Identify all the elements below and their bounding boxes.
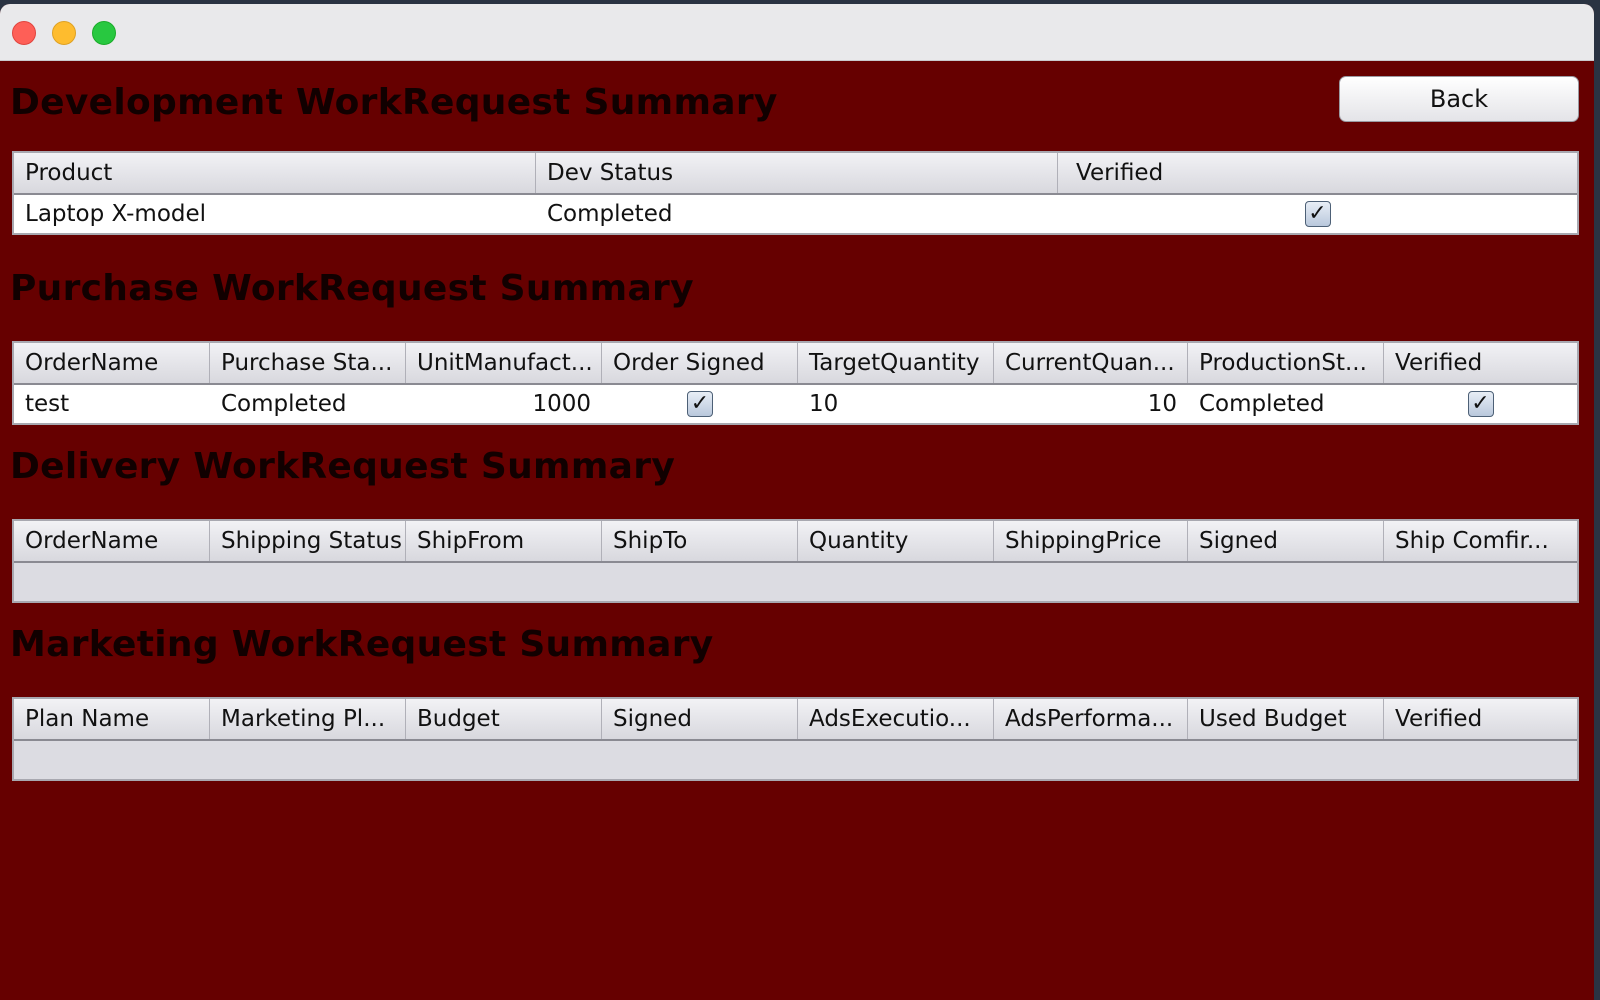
unit-manufacture-cell[interactable]: 1000 bbox=[406, 385, 602, 423]
empty-table-area[interactable] bbox=[14, 741, 1577, 779]
column-header-ads-performance[interactable]: AdsPerforma... bbox=[994, 699, 1188, 739]
table-row[interactable]: Laptop X-model Completed ✓ bbox=[14, 195, 1577, 233]
column-header-quantity[interactable]: Quantity bbox=[798, 521, 994, 561]
column-header-production-status[interactable]: ProductionSt... bbox=[1188, 343, 1384, 383]
production-status-cell[interactable]: Completed bbox=[1188, 385, 1384, 423]
column-header-signed[interactable]: Signed bbox=[1188, 521, 1384, 561]
minimize-window-button[interactable] bbox=[52, 21, 76, 45]
target-quantity-cell[interactable]: 10 bbox=[798, 385, 994, 423]
column-header-plan-name[interactable]: Plan Name bbox=[14, 699, 210, 739]
column-header-shipping-price[interactable]: ShippingPrice bbox=[994, 521, 1188, 561]
column-header-target-quantity[interactable]: TargetQuantity bbox=[798, 343, 994, 383]
column-header-verified[interactable]: Verified bbox=[1384, 343, 1577, 383]
column-header-verified[interactable]: Verified bbox=[1058, 153, 1577, 193]
column-header-ads-execution[interactable]: AdsExecutio... bbox=[798, 699, 994, 739]
delivery-summary-title: Delivery WorkRequest Summary bbox=[10, 446, 676, 487]
column-header-product[interactable]: Product bbox=[14, 153, 536, 193]
column-header-order-name[interactable]: OrderName bbox=[14, 343, 210, 383]
order-signed-cell[interactable]: ✓ bbox=[602, 385, 798, 423]
checkmark-glyph: ✓ bbox=[690, 391, 710, 416]
column-header-shipping-status[interactable]: Shipping Status bbox=[210, 521, 406, 561]
column-header-signed[interactable]: Signed bbox=[602, 699, 798, 739]
empty-table-area[interactable] bbox=[14, 563, 1577, 601]
column-header-used-budget[interactable]: Used Budget bbox=[1188, 699, 1384, 739]
purchase-table-header: OrderName Purchase Sta... UnitManufact..… bbox=[14, 343, 1577, 385]
app-window: Development WorkRequest Summary Back Pro… bbox=[0, 4, 1594, 1000]
column-header-unit-manufacture[interactable]: UnitManufact... bbox=[406, 343, 602, 383]
development-table: Product Dev Status Verified Laptop X-mod… bbox=[12, 151, 1579, 235]
marketing-table-header: Plan Name Marketing Pl... Budget Signed … bbox=[14, 699, 1577, 741]
column-header-order-name[interactable]: OrderName bbox=[14, 521, 210, 561]
column-header-ship-confirm[interactable]: Ship Comfir... bbox=[1384, 521, 1577, 561]
delivery-table-header: OrderName Shipping Status ShipFrom ShipT… bbox=[14, 521, 1577, 563]
development-summary-title: Development WorkRequest Summary bbox=[10, 82, 778, 123]
current-quantity-cell[interactable]: 10 bbox=[994, 385, 1188, 423]
verified-cell[interactable]: ✓ bbox=[1058, 195, 1577, 233]
dev-status-cell[interactable]: Completed bbox=[536, 195, 1058, 233]
purchase-status-cell[interactable]: Completed bbox=[210, 385, 406, 423]
column-header-budget[interactable]: Budget bbox=[406, 699, 602, 739]
purchase-table: OrderName Purchase Sta... UnitManufact..… bbox=[12, 341, 1579, 425]
checkmark-glyph: ✓ bbox=[1308, 201, 1327, 226]
back-button[interactable]: Back bbox=[1339, 76, 1579, 122]
column-header-ship-from[interactable]: ShipFrom bbox=[406, 521, 602, 561]
column-header-ship-to[interactable]: ShipTo bbox=[602, 521, 798, 561]
marketing-table: Plan Name Marketing Pl... Budget Signed … bbox=[12, 697, 1579, 781]
order-name-cell[interactable]: test bbox=[14, 385, 210, 423]
table-row[interactable]: test Completed 1000 ✓ 10 10 Completed ✓ bbox=[14, 385, 1577, 423]
title-bar bbox=[0, 4, 1594, 61]
column-header-dev-status[interactable]: Dev Status bbox=[536, 153, 1058, 193]
check-icon[interactable]: ✓ bbox=[1467, 391, 1494, 417]
check-icon[interactable]: ✓ bbox=[1304, 201, 1331, 227]
column-header-marketing-plan[interactable]: Marketing Pl... bbox=[210, 699, 406, 739]
close-window-button[interactable] bbox=[12, 21, 36, 45]
marketing-summary-title: Marketing WorkRequest Summary bbox=[10, 624, 714, 665]
product-cell[interactable]: Laptop X-model bbox=[14, 195, 536, 233]
column-header-current-quantity[interactable]: CurrentQuan... bbox=[994, 343, 1188, 383]
checkmark-glyph: ✓ bbox=[1471, 391, 1490, 416]
delivery-table: OrderName Shipping Status ShipFrom ShipT… bbox=[12, 519, 1579, 603]
column-header-order-signed[interactable]: Order Signed bbox=[602, 343, 798, 383]
verified-cell[interactable]: ✓ bbox=[1384, 385, 1577, 423]
zoom-window-button[interactable] bbox=[92, 21, 116, 45]
purchase-summary-title: Purchase WorkRequest Summary bbox=[10, 268, 694, 309]
check-icon[interactable]: ✓ bbox=[687, 391, 713, 417]
column-header-verified[interactable]: Verified bbox=[1384, 699, 1577, 739]
column-header-purchase-status[interactable]: Purchase Sta... bbox=[210, 343, 406, 383]
development-table-header: Product Dev Status Verified bbox=[14, 153, 1577, 195]
